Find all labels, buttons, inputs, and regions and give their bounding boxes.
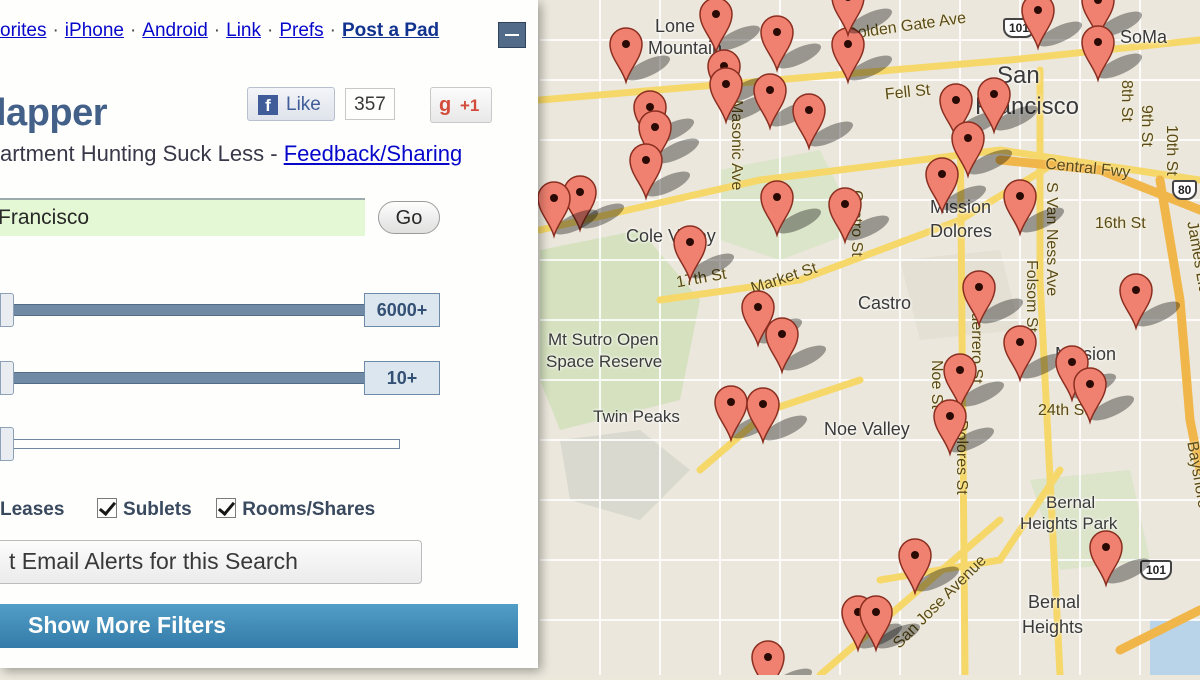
tagline: artment Hunting Suck Less - Feedback/Sha… (0, 141, 462, 167)
feedback-link[interactable]: Feedback/Sharing (284, 141, 463, 166)
listing-pin[interactable] (828, 187, 892, 245)
bedroom-slider-min-handle[interactable] (0, 361, 14, 395)
facebook-like-count: 357 (345, 88, 395, 120)
listing-pin[interactable] (673, 225, 737, 283)
third-slider-handle[interactable] (0, 427, 14, 461)
search-panel: orites · iPhone · Android · Link · Prefs · Post a … (0, 0, 538, 668)
listing-type-filters: Leases Sublets Rooms/Shares (0, 498, 375, 521)
google-plus-icon: g (439, 94, 452, 116)
facebook-like-label: Like (286, 94, 321, 115)
link-favorites[interactable]: orites (0, 20, 46, 41)
price-slider-track[interactable] (0, 304, 370, 316)
google-plus-label: +1 (460, 96, 480, 115)
price-slider-max-handle[interactable]: 6000+ (364, 293, 440, 327)
checkbox-label-sublets[interactable]: Sublets (123, 499, 192, 520)
listing-pin[interactable] (792, 93, 856, 151)
facebook-icon: f (258, 95, 278, 115)
checkbox-rooms-shares[interactable] (216, 498, 237, 518)
listing-pin[interactable] (1021, 0, 1085, 51)
link-prefs[interactable]: Prefs (279, 20, 323, 41)
bedroom-slider-track[interactable] (0, 372, 370, 384)
location-search-input[interactable]: Francisco (0, 198, 365, 236)
link-iphone[interactable]: iPhone (65, 20, 124, 41)
checkbox-sublets[interactable] (97, 498, 118, 518)
top-links: orites · iPhone · Android · Link · Prefs · Post a … (0, 20, 440, 41)
tagline-text: artment Hunting Suck Less - (0, 141, 284, 166)
price-slider-min-handle[interactable] (0, 293, 14, 327)
google-plus-button[interactable]: g +1 (430, 87, 492, 123)
email-alerts-button[interactable]: t Email Alerts for this Search (0, 540, 422, 584)
listing-pin[interactable] (760, 15, 824, 73)
listing-pin[interactable] (898, 538, 962, 596)
listing-pin[interactable] (1089, 530, 1153, 588)
facebook-like-button[interactable]: f Like (247, 87, 335, 121)
listing-pin[interactable] (609, 27, 673, 85)
checkbox-label-leases[interactable]: Leases (0, 499, 64, 520)
site-brand: lapper (0, 92, 108, 134)
checkbox-label-rooms-shares[interactable]: Rooms/Shares (242, 499, 375, 520)
link-link[interactable]: Link (226, 20, 261, 41)
listing-pin[interactable] (760, 180, 824, 238)
listing-pin[interactable] (933, 399, 997, 457)
link-android[interactable]: Android (142, 20, 208, 41)
listing-pin[interactable] (699, 0, 763, 55)
minus-icon (505, 34, 519, 36)
listing-pin[interactable] (751, 640, 815, 675)
go-button[interactable]: Go (378, 201, 440, 234)
listing-pin[interactable] (831, 27, 895, 85)
link-post-a-pad[interactable]: Post a Pad (342, 20, 439, 41)
listing-pin[interactable] (746, 387, 810, 445)
show-more-filters-button[interactable]: Show More Filters (0, 604, 518, 648)
listing-pin[interactable] (951, 121, 1015, 179)
bedroom-slider-max-handle[interactable]: 10+ (364, 361, 440, 395)
third-slider-track[interactable] (0, 439, 400, 449)
listing-pin[interactable] (1119, 273, 1183, 331)
listing-pin[interactable] (962, 270, 1026, 328)
minimize-button[interactable] (498, 22, 526, 48)
listing-pin[interactable] (1003, 179, 1067, 237)
